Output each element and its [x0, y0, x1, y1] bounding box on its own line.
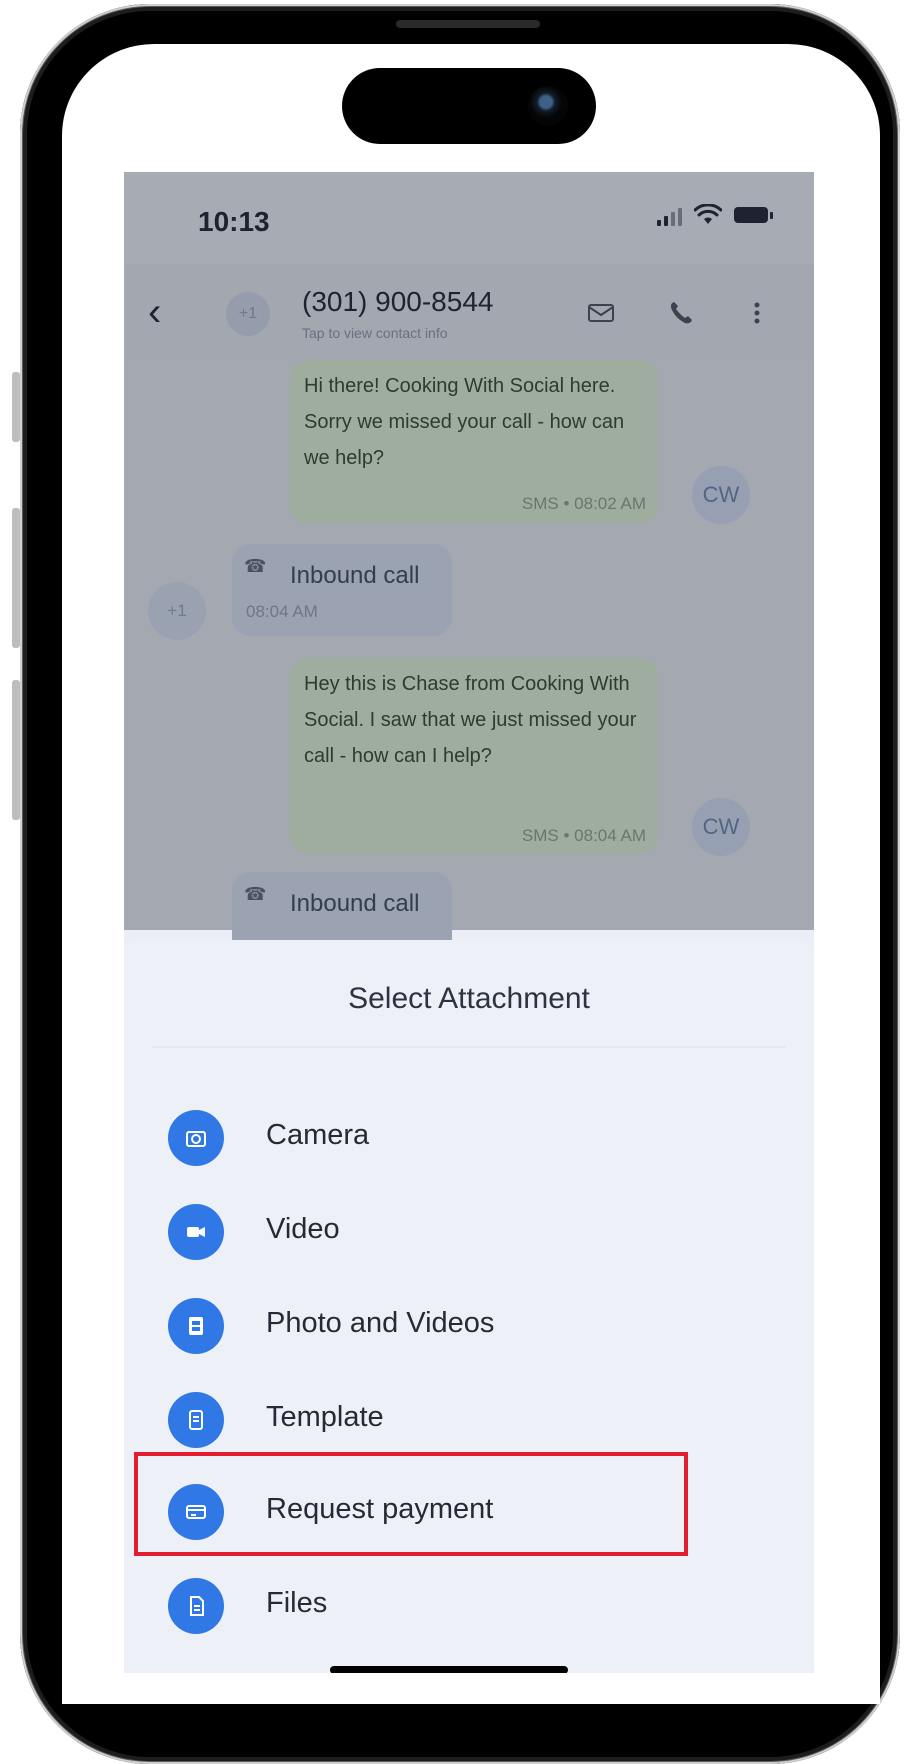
option-photo-videos[interactable]: Photo and Videos [124, 1276, 814, 1376]
inbound-call-icon: ☎ [244, 556, 267, 576]
volume-down-button [12, 680, 20, 820]
message-meta: SMS • 08:04 AM [521, 826, 646, 845]
option-video[interactable]: Video [124, 1182, 814, 1282]
phone-call-icon[interactable] [666, 298, 696, 328]
signal-icon [657, 204, 682, 226]
home-indicator[interactable] [330, 1666, 568, 1673]
status-icons [657, 204, 773, 226]
message-text: Hey this is Chase from Cooking With Soci… [304, 673, 637, 767]
option-label: Files [266, 1587, 328, 1619]
message-bubble-outgoing: Hey this is Chase from Cooking With Soci… [290, 658, 658, 854]
wifi-icon [694, 204, 722, 224]
conversation-header: ‹ +1 (301) 900-8544 Tap to view contact … [124, 264, 814, 360]
message-meta: SMS • 08:02 AM [521, 494, 646, 513]
sheet-title: Select Attachment [348, 982, 590, 1015]
message-meta: 08:04 AM [246, 602, 318, 621]
front-camera-icon [528, 86, 568, 126]
template-icon [168, 1392, 224, 1448]
back-arrow-icon[interactable]: ‹ [148, 286, 188, 338]
top-speaker [396, 20, 540, 28]
volume-up-button [12, 508, 20, 648]
message-text: Hi there! Cooking With Social here. Sorr… [304, 375, 625, 469]
contact-subtitle[interactable]: Tap to view contact info [302, 325, 448, 341]
option-camera[interactable]: Camera [124, 1088, 814, 1188]
option-label: Video [266, 1213, 340, 1245]
files-icon [168, 1578, 224, 1634]
avatar: +1 [148, 582, 206, 640]
contact-avatar[interactable]: +1 [226, 292, 270, 336]
contact-name[interactable]: (301) 900-8544 [302, 286, 493, 318]
status-time: 10:13 [198, 206, 270, 237]
message-bubble-incoming: ☎ Inbound call 08:04 AM [232, 544, 452, 636]
option-label: Photo and Videos [266, 1307, 495, 1339]
option-label: Camera [266, 1119, 370, 1151]
message-list: Hi there! Cooking With Social here. Sorr… [124, 360, 814, 964]
status-bar: 10:13 [124, 172, 814, 264]
highlight-box [134, 1452, 688, 1556]
camera-icon [168, 1110, 224, 1166]
option-files[interactable]: Files [124, 1556, 814, 1656]
battery-icon [734, 207, 773, 223]
dynamic-island [342, 68, 596, 144]
inbound-call-icon: ☎ [244, 884, 267, 904]
avatar: CW [692, 466, 750, 524]
message-text: Inbound call [290, 562, 420, 589]
message-bubble-outgoing: Hi there! Cooking With Social here. Sorr… [290, 360, 658, 524]
attachment-sheet: Select Attachment Camera Video Photo and… [124, 940, 814, 1673]
video-icon [168, 1204, 224, 1260]
message-text: Inbound call [290, 890, 420, 917]
action-button [12, 372, 20, 442]
photo-videos-icon [168, 1298, 224, 1354]
avatar: CW [692, 798, 750, 856]
app-screen: 10:13 ‹ +1 (301) 900-8544 Tap to view co… [124, 172, 814, 1673]
option-label: Template [266, 1401, 384, 1433]
more-options-icon[interactable] [742, 298, 772, 328]
divider [152, 1046, 786, 1048]
mail-icon[interactable] [586, 298, 616, 328]
